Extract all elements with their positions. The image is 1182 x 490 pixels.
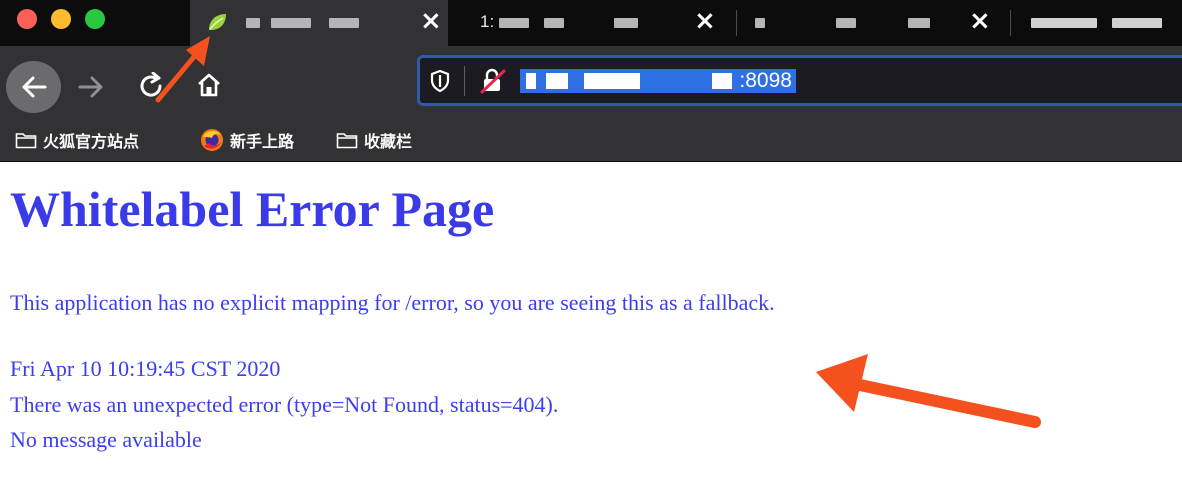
error-description: This application has no explicit mapping… (10, 290, 775, 315)
back-button[interactable] (6, 61, 61, 113)
tab-close-icon[interactable]: × (694, 6, 716, 36)
error-detail: No message available (10, 427, 202, 452)
url-text[interactable]: :8098 (520, 69, 796, 93)
tab-3[interactable]: × (737, 0, 1009, 46)
folder-icon (15, 133, 37, 149)
folder-icon (336, 133, 358, 149)
window-minimize-button[interactable] (51, 9, 71, 29)
tab-active[interactable]: × (190, 0, 448, 46)
tab-title (755, 12, 965, 32)
page-title: Whitelabel Error Page (10, 181, 495, 237)
tab-title (246, 12, 386, 32)
bookmark-label: 收藏栏 (364, 134, 413, 151)
bookmark-item-favorites[interactable]: 收藏栏 (336, 128, 412, 152)
forward-arrow-icon[interactable] (78, 76, 104, 98)
bookmarks-toolbar: 火狐官方站点 新手上路 收藏栏 (0, 118, 1182, 162)
spring-leaf-icon (209, 14, 226, 30)
home-icon[interactable] (196, 72, 222, 98)
urlbar-separator (464, 66, 465, 96)
tab-close-icon[interactable]: × (969, 6, 991, 36)
arrow-to-error-details (816, 354, 1041, 428)
bookmark-label: 新手上路 (230, 134, 295, 151)
error-status-line: There was an unexpected error (type=Not … (10, 392, 559, 417)
tab-title (1031, 12, 1182, 32)
back-arrow-icon (22, 76, 46, 98)
bookmark-item-getting-started[interactable]: 新手上路 (200, 128, 294, 152)
tab-2[interactable]: 1: × (460, 0, 730, 46)
address-bar[interactable]: :8098 (417, 55, 1182, 106)
firefox-logo-icon (201, 129, 223, 151)
tab-4[interactable] (1011, 0, 1182, 46)
tab-close-icon[interactable]: × (420, 6, 442, 36)
url-port: :8098 (739, 69, 792, 92)
window-close-button[interactable] (17, 9, 37, 29)
bookmark-label: 火狐官方站点 (43, 134, 140, 151)
error-timestamp: Fri Apr 10 10:19:45 CST 2020 (10, 356, 281, 381)
navigation-toolbar: :8098 (0, 46, 1182, 118)
tab-strip: × 1: × × (0, 0, 1182, 46)
window-zoom-button[interactable] (85, 9, 105, 29)
tab-title: 1: (480, 12, 690, 32)
insecure-lock-icon[interactable] (480, 68, 506, 94)
tracking-protection-shield-icon[interactable] (430, 70, 450, 92)
bookmark-item-firefox-official[interactable]: 火狐官方站点 (15, 128, 139, 152)
reload-icon[interactable] (137, 72, 165, 100)
